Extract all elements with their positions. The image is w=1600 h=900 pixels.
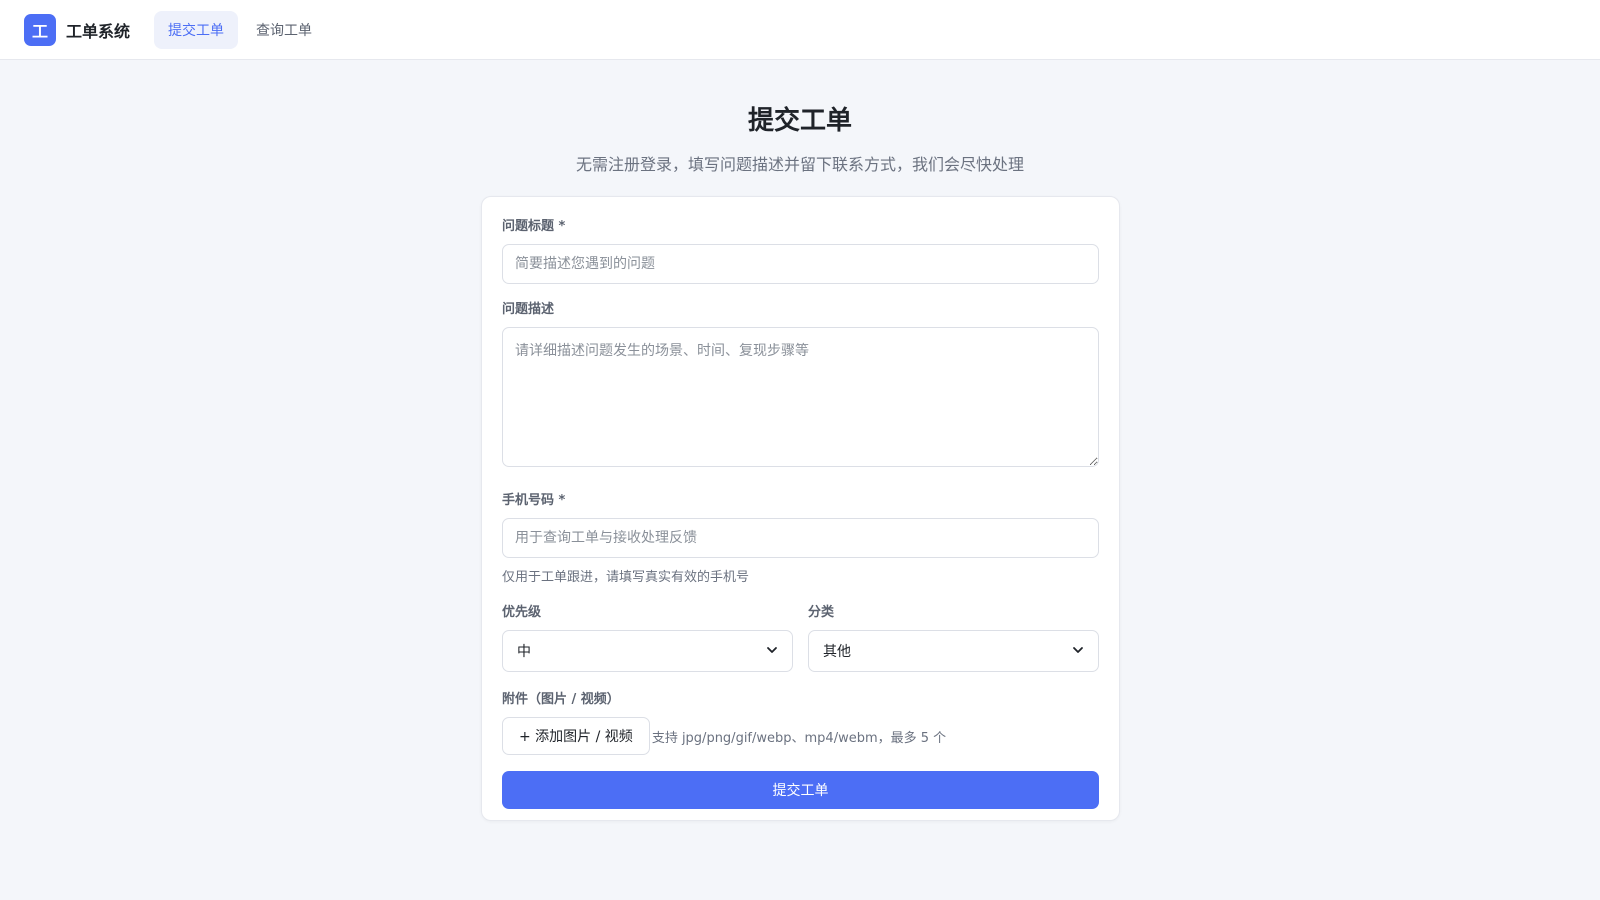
phone-hint: 仅用于工单跟进，请填写真实有效的手机号	[502, 570, 750, 585]
description-textarea[interactable]	[502, 327, 1099, 467]
phone-input[interactable]	[502, 518, 1099, 558]
description-field-group: 问题描述	[502, 300, 1099, 471]
chevron-down-icon	[1072, 644, 1084, 659]
title-field-label: 问题标题 *	[502, 219, 566, 234]
brand[interactable]: 工 工单系统	[24, 13, 131, 46]
attachment-field-label: 附件（图片 / 视频）	[502, 692, 620, 707]
phone-field-group: 手机号码 * 仅用于工单跟进，请填写真实有效的手机号	[502, 491, 1099, 585]
description-field-label: 问题描述	[502, 302, 555, 317]
logo-icon: 工	[24, 13, 56, 46]
tab-submit-ticket[interactable]: 提交工单	[154, 10, 239, 49]
priority-selected-value: 中	[517, 644, 531, 660]
attachment-field-group: 附件（图片 / 视频） + 添加图片 / 视频 支持 jpg/png/gif/w…	[502, 690, 1099, 755]
title-input[interactable]	[502, 244, 1099, 284]
category-field-group: 分类 其他	[808, 603, 1099, 672]
page-subtitle: 无需注册登录，填写问题描述并留下联系方式，我们会尽快处理	[575, 155, 1024, 174]
tab-query-ticket[interactable]: 查询工单	[242, 11, 326, 49]
top-navbar: 工 工单系统 提交工单 查询工单	[0, 0, 1600, 60]
add-attachment-button[interactable]: + 添加图片 / 视频	[502, 717, 650, 755]
priority-category-row: 优先级 中 分类 其他	[502, 603, 1099, 672]
ticket-form-card: 问题标题 * 问题描述 手机号码 * 仅用于工单跟进，请填写真实有效的手机号 优…	[481, 196, 1120, 821]
page-header: 提交工单 无需注册登录，填写问题描述并留下联系方式，我们会尽快处理	[0, 100, 1600, 175]
priority-field-label: 优先级	[502, 605, 542, 620]
phone-field-label: 手机号码 *	[502, 493, 566, 508]
attachment-hint: 支持 jpg/png/gif/webp、mp4/webm，最多 5 个	[651, 730, 947, 746]
category-select[interactable]: 其他	[808, 630, 1099, 672]
priority-field-group: 优先级 中	[502, 603, 793, 672]
title-field-group: 问题标题 *	[502, 217, 1099, 284]
page-title: 提交工单	[747, 106, 852, 136]
category-selected-value: 其他	[823, 644, 851, 660]
category-field-label: 分类	[808, 605, 835, 620]
submit-ticket-button[interactable]: 提交工单	[502, 771, 1099, 809]
brand-name: 工单系统	[66, 21, 131, 41]
chevron-down-icon	[766, 644, 778, 659]
upload-row: + 添加图片 / 视频 支持 jpg/png/gif/webp、mp4/webm…	[502, 717, 1099, 755]
priority-select[interactable]: 中	[502, 630, 793, 672]
